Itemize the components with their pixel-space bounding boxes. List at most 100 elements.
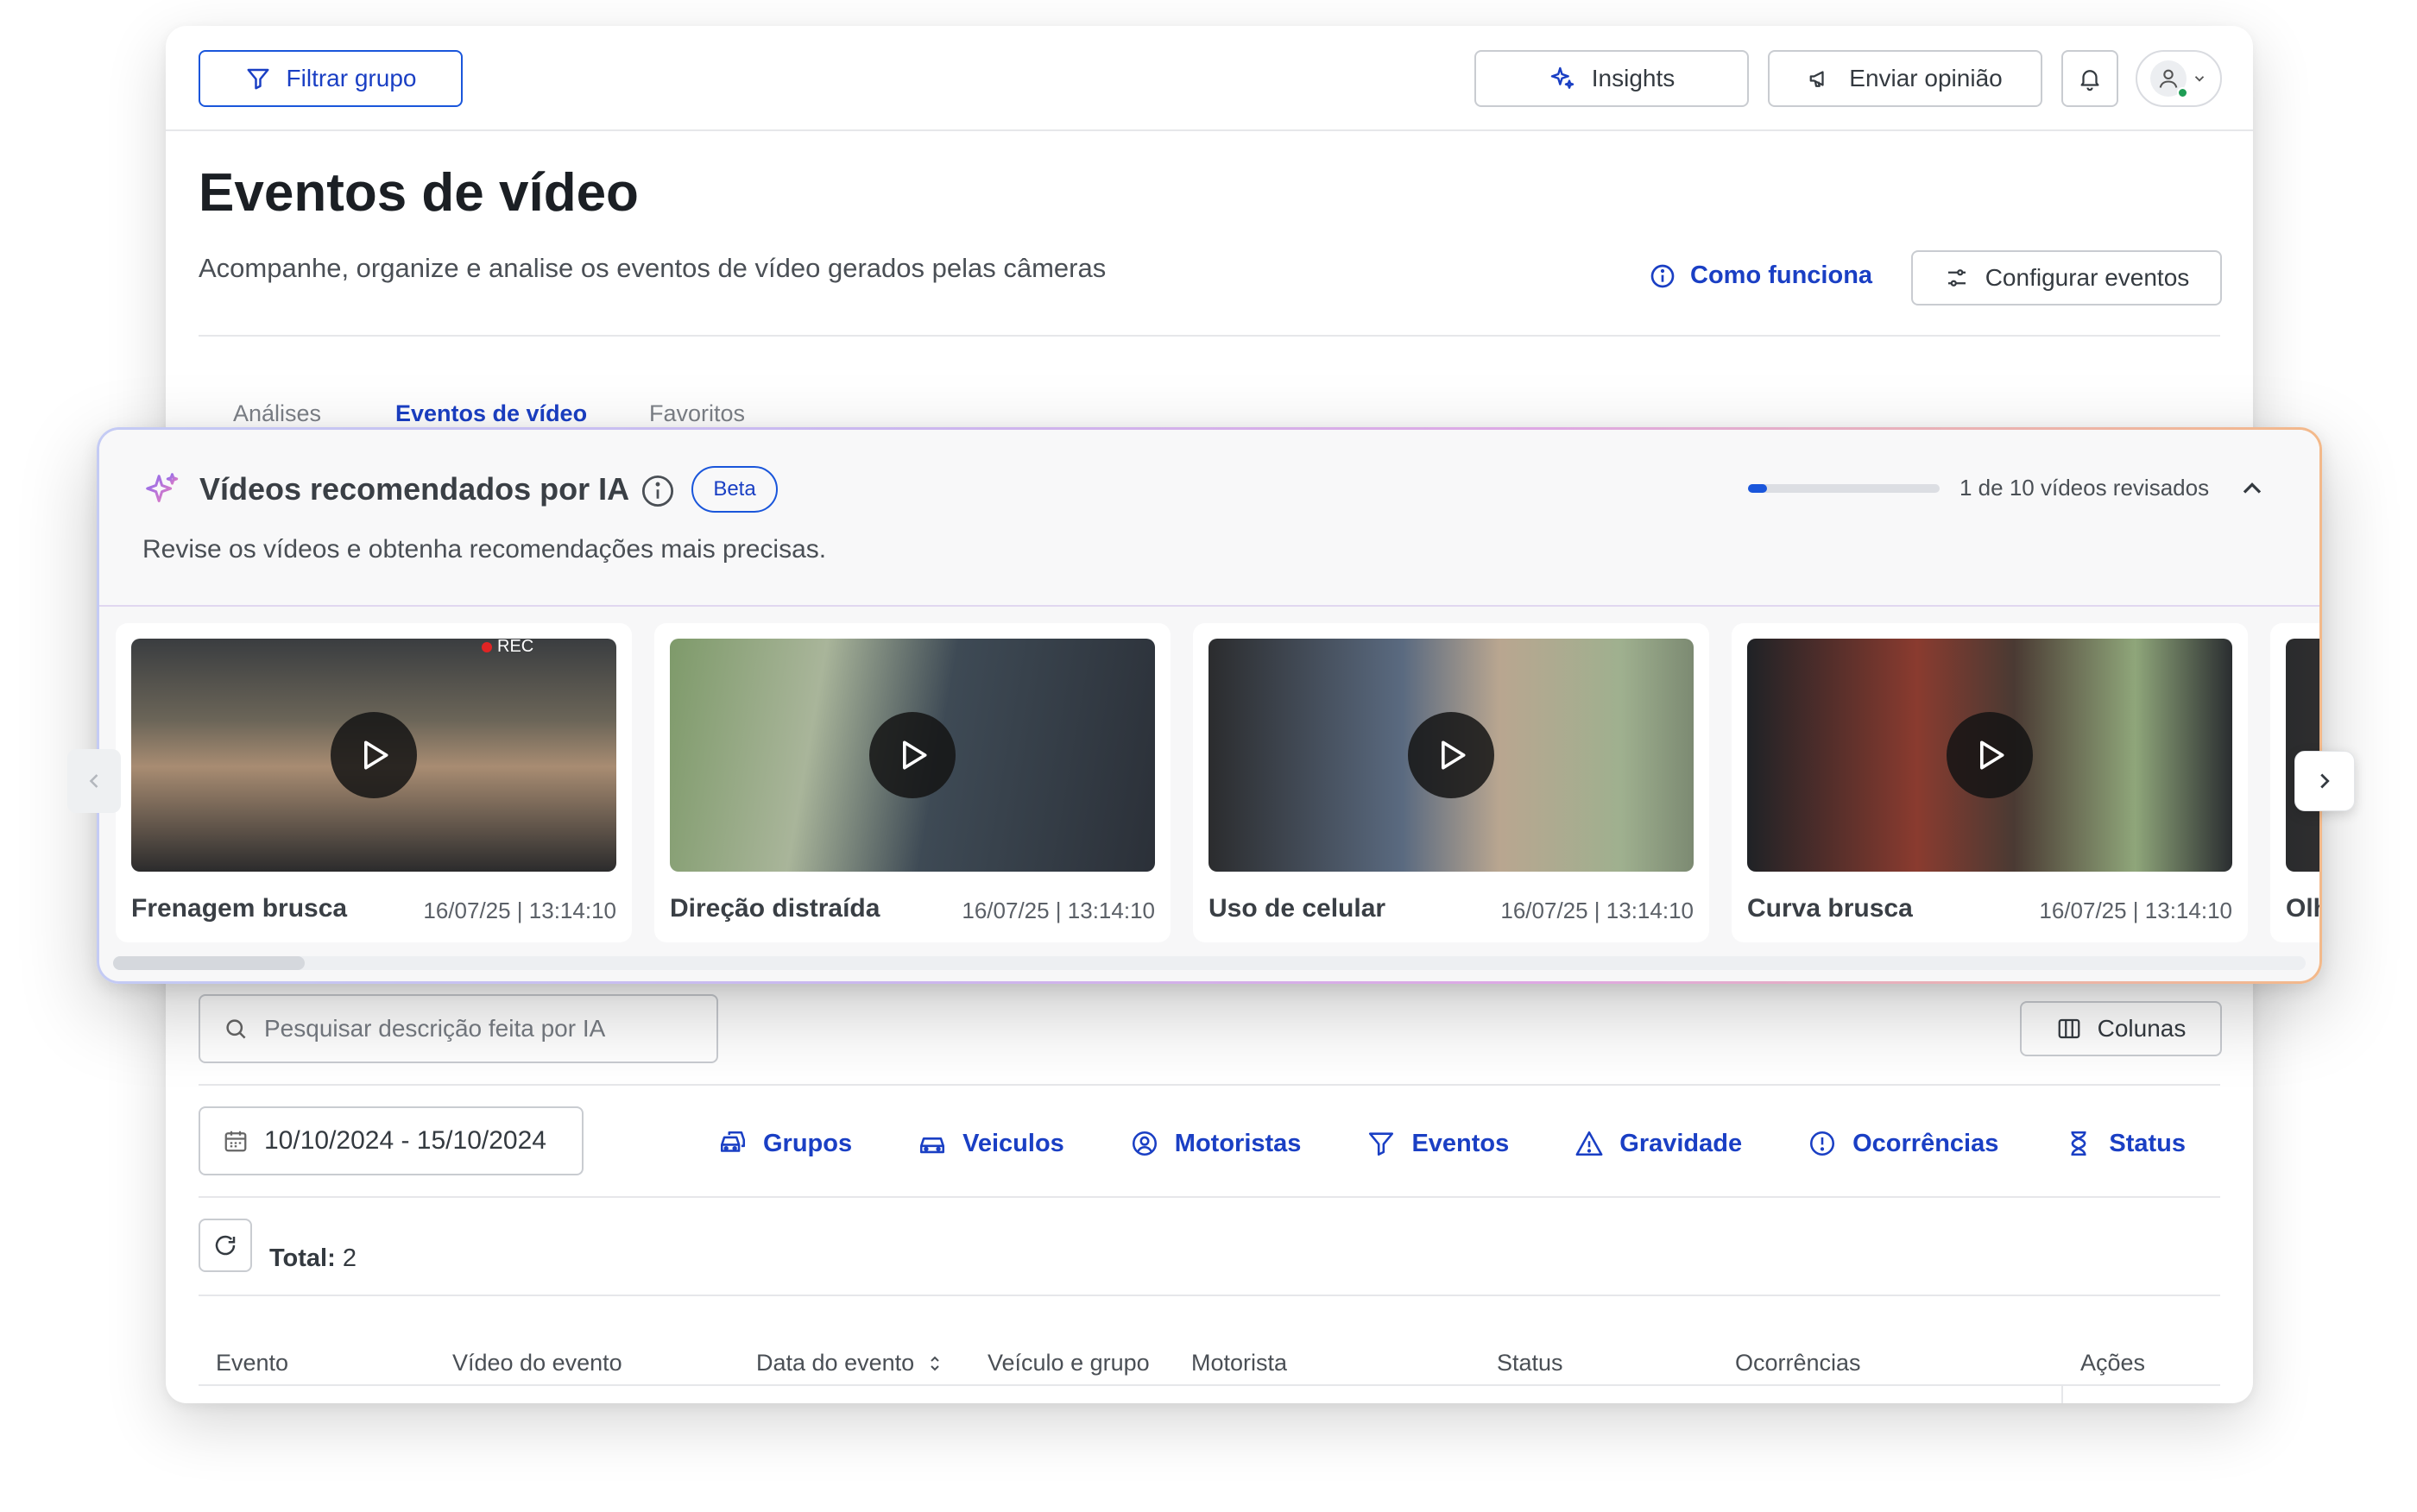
col-header-video[interactable]: Vídeo do evento — [452, 1350, 622, 1377]
video-card[interactable]: Uso de celular 16/07/25 | 13:14:10 — [1193, 623, 1709, 942]
review-progress-bar — [1748, 484, 1940, 493]
page-subtitle: Acompanhe, organize e analise os eventos… — [199, 253, 1107, 283]
title-divider — [199, 335, 2220, 337]
configure-events-button[interactable]: Configurar eventos — [1911, 250, 2222, 306]
filter-veiculos[interactable]: Veiculos — [918, 1129, 1064, 1158]
header-divider — [166, 129, 2253, 131]
video-thumbnail[interactable] — [1208, 639, 1694, 872]
play-button[interactable] — [1947, 712, 2033, 798]
video-card[interactable]: Direção distraída 16/07/25 | 13:14:10 — [654, 623, 1171, 942]
carousel-scrollbar[interactable] — [113, 956, 2306, 970]
alert-circle-icon — [1810, 1131, 1835, 1156]
user-circle-icon — [1132, 1131, 1157, 1156]
warning-icon — [1575, 1131, 1603, 1156]
search-placeholder: Pesquisar descrição feita por IA — [264, 1015, 606, 1042]
rec-indicator: REC — [482, 639, 533, 657]
filter-status-label: Status — [2109, 1129, 2187, 1157]
total-value: 2 — [342, 1244, 357, 1272]
total-label: Total: — [269, 1244, 336, 1272]
filter-icon — [247, 68, 269, 90]
insights-button[interactable]: Insights — [1474, 50, 1749, 107]
hourglass-icon — [2071, 1131, 2086, 1156]
video-card[interactable]: Curva brusca 16/07/25 | 13:14:10 — [1732, 623, 2248, 942]
notifications-button[interactable] — [2061, 50, 2118, 107]
insights-label: Insights — [1591, 65, 1675, 91]
total-count: Total: 2 — [269, 1244, 357, 1273]
date-range-picker[interactable]: 10/10/2024 - 15/10/2024 — [199, 1106, 584, 1175]
col-header-acoes[interactable]: Ações — [2080, 1350, 2145, 1377]
tab-favoritos[interactable]: Favoritos — [649, 400, 745, 427]
filter-ocorrencias[interactable]: Ocorrências — [1808, 1129, 1998, 1158]
actions-column-divider — [2061, 1386, 2063, 1403]
sort-icon — [931, 1356, 939, 1370]
avatar — [2150, 60, 2188, 98]
beta-badge: Beta — [691, 466, 778, 513]
filter-group-button[interactable]: Filtrar grupo — [199, 50, 463, 107]
carousel-scrollbar-thumb[interactable] — [113, 956, 305, 970]
configure-events-label: Configurar eventos — [1985, 264, 2190, 291]
video-event-date: 16/07/25 | 13:14:10 — [1500, 898, 1694, 923]
table-header-divider — [199, 1384, 2220, 1386]
filter-status[interactable]: Status — [2064, 1129, 2186, 1158]
video-thumbnail[interactable] — [1747, 639, 2232, 872]
refresh-icon — [215, 1235, 236, 1256]
filter-motoristas-label: Motoristas — [1174, 1129, 1302, 1157]
bell-icon — [2080, 70, 2099, 91]
carousel-prev-button[interactable] — [67, 749, 121, 813]
col-header-status[interactable]: Status — [1497, 1350, 1563, 1377]
how-it-works-link[interactable]: Como funciona — [1649, 261, 1872, 290]
video-event-date: 16/07/25 | 13:14:10 — [2039, 898, 2232, 923]
video-thumbnail[interactable] — [670, 639, 1155, 872]
user-icon — [2159, 69, 2178, 88]
video-card[interactable]: REC Frenagem brusca 16/07/25 | 13:14:10 — [116, 623, 632, 942]
tab-eventos-de-video[interactable]: Eventos de vídeo — [395, 400, 587, 427]
filters-divider — [199, 1196, 2220, 1198]
ai-recommendations-panel: Vídeos recomendados por IA Beta Revise o… — [97, 427, 2322, 984]
chevron-left-icon — [89, 774, 98, 788]
col-header-evento[interactable]: Evento — [216, 1350, 288, 1377]
ai-panel-subtitle: Revise os vídeos e obtenha recomendações… — [142, 535, 827, 564]
columns-label: Colunas — [2097, 1015, 2187, 1042]
video-event-date: 16/07/25 | 13:14:10 — [423, 898, 616, 923]
video-event-name: Curva brusca — [1747, 894, 1913, 923]
play-button[interactable] — [869, 712, 956, 798]
play-button[interactable] — [1408, 712, 1494, 798]
ai-panel-header: Vídeos recomendados por IA Beta Revise o… — [99, 430, 2319, 607]
col-header-data-do-evento[interactable]: Data do evento — [756, 1350, 945, 1377]
col-header-ocorrencias[interactable]: Ocorrências — [1735, 1350, 1861, 1377]
ai-description-search[interactable]: Pesquisar descrição feita por IA — [199, 994, 718, 1063]
chevron-up-icon[interactable] — [2237, 473, 2268, 504]
carousel-next-button[interactable] — [2294, 751, 2355, 811]
play-button[interactable] — [331, 712, 417, 798]
ai-panel-title: Vídeos recomendados por IA — [199, 471, 630, 507]
megaphone-icon — [1809, 71, 1824, 87]
col-header-veiculo[interactable]: Veículo e grupo — [988, 1350, 1150, 1377]
feedback-label: Enviar opinião — [1849, 65, 2003, 91]
filter-gravidade[interactable]: Gravidade — [1575, 1129, 1742, 1158]
summary-divider — [199, 1295, 2220, 1296]
columns-button[interactable]: Colunas — [2020, 1001, 2222, 1056]
video-event-date: 16/07/25 | 13:14:10 — [962, 898, 1155, 923]
filter-grupos[interactable]: Grupos — [718, 1129, 852, 1158]
filter-motoristas[interactable]: Motoristas — [1130, 1129, 1302, 1158]
video-event-name: Uso de celular — [1208, 894, 1386, 923]
feedback-button[interactable]: Enviar opinião — [1768, 50, 2042, 107]
tab-analises[interactable]: Análises — [233, 400, 321, 427]
play-icon — [903, 740, 927, 770]
page-title: Eventos de vídeo — [199, 163, 639, 223]
video-thumbnail[interactable]: REC — [131, 639, 616, 872]
video-event-name: Olh — [2286, 894, 2319, 923]
play-icon — [1980, 740, 2004, 770]
user-menu-button[interactable] — [2136, 50, 2222, 107]
chevron-down-icon — [2194, 76, 2205, 82]
refresh-button[interactable] — [199, 1219, 252, 1272]
video-event-name: Direção distraída — [670, 894, 880, 923]
filter-grupos-label: Grupos — [763, 1129, 853, 1157]
filter-eventos-label: Eventos — [1411, 1129, 1510, 1157]
sliders-icon — [1947, 269, 1966, 287]
col-header-motorista[interactable]: Motorista — [1191, 1350, 1287, 1377]
info-icon[interactable] — [640, 473, 676, 509]
filter-eventos[interactable]: Eventos — [1366, 1129, 1509, 1158]
info-icon — [1650, 264, 1675, 287]
filter-icon — [1369, 1132, 1394, 1156]
